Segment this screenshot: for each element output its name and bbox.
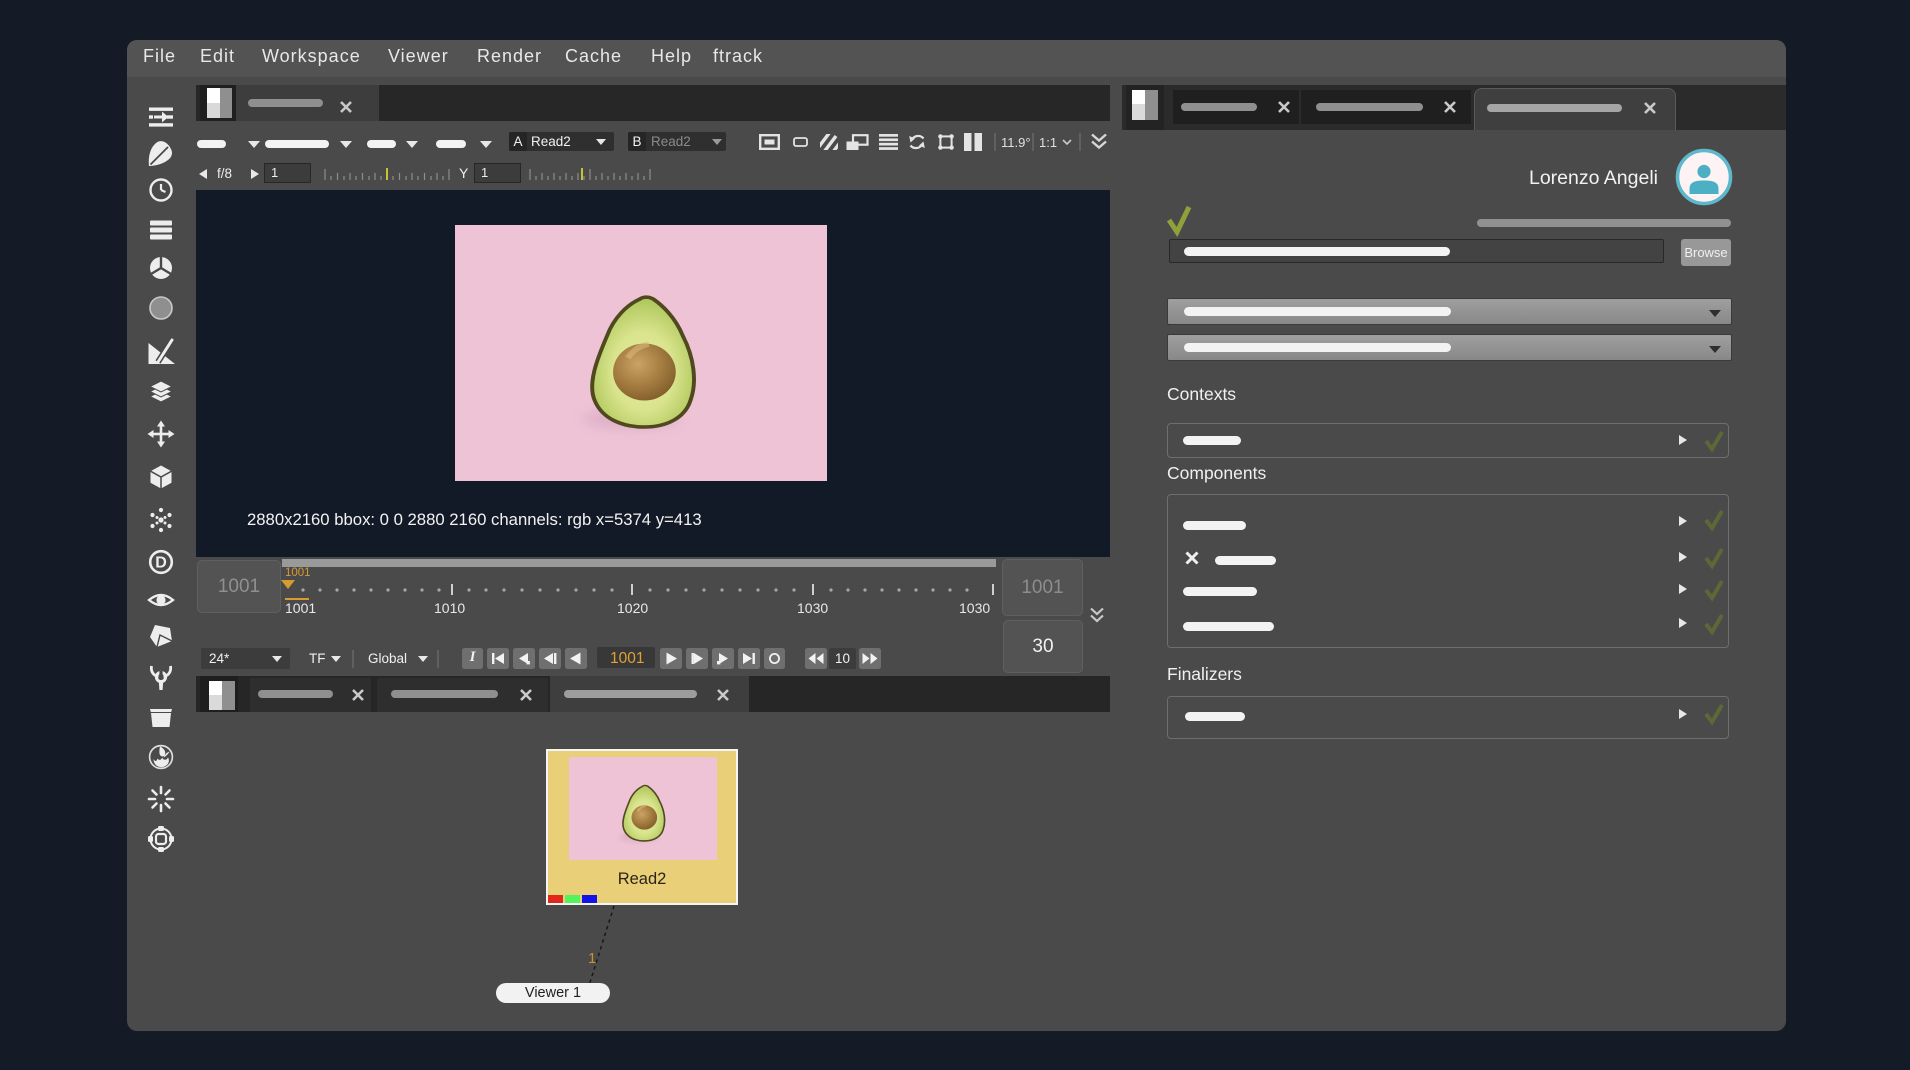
svg-text:D: D [155, 555, 167, 572]
